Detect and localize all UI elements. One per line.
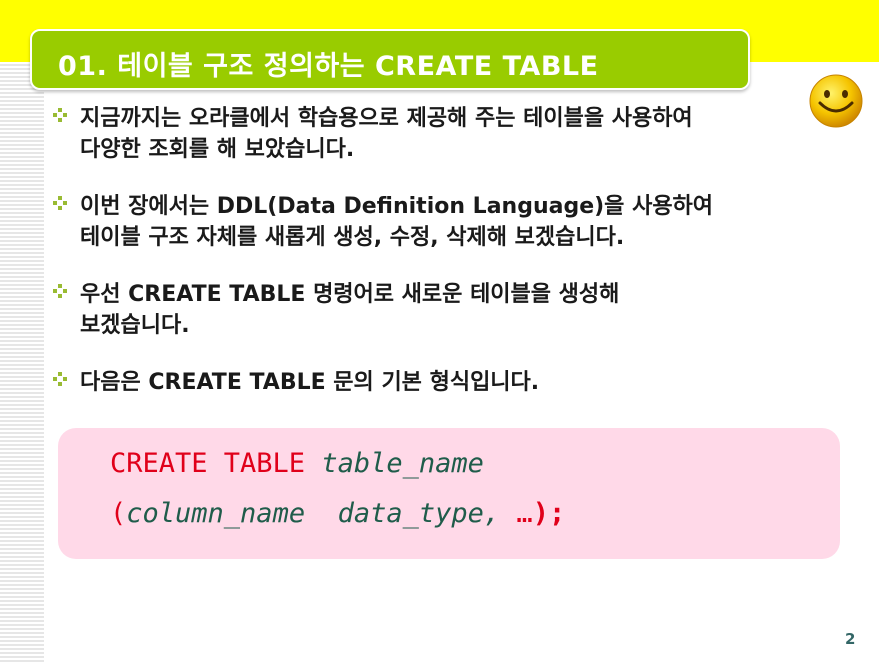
syntax-box: CREATE TABLE table_name (column_name dat… xyxy=(58,428,840,559)
slide-title: 01. 테이블 구조 정의하는 CREATE TABLE xyxy=(58,51,599,82)
left-decorative-stripe xyxy=(0,62,44,664)
bullet-line: 우선 CREATE TABLE 명령어로 새로운 테이블을 생성해 xyxy=(80,282,620,307)
diamond-bullet-icon xyxy=(53,196,67,210)
diamond-bullet-icon xyxy=(53,284,67,298)
close-paren-semicolon: ); xyxy=(532,498,566,529)
create-table-keyword: CREATE TABLE xyxy=(110,448,306,479)
title-banner: 01. 테이블 구조 정의하는 CREATE TABLE xyxy=(30,29,750,90)
column-name-placeholder: column_name xyxy=(126,498,306,529)
bullet-line: 다음은 CREATE TABLE 문의 기본 형식입니다. xyxy=(80,370,540,395)
smiley-icon xyxy=(809,74,863,128)
bullet-line: 보겠습니다. xyxy=(80,313,190,338)
bullet-line: 이번 장에서는 DDL(Data Definition Language)을 사… xyxy=(80,194,714,219)
page-number: 2 xyxy=(845,630,856,648)
diamond-bullet-icon xyxy=(53,372,67,386)
ellipsis: … xyxy=(516,498,533,529)
table-name-placeholder: table_name xyxy=(321,448,484,479)
syntax-line-1: CREATE TABLE table_name xyxy=(110,448,484,479)
bullet-line: 다양한 조회를 해 보았습니다. xyxy=(80,137,355,162)
bullet-line: 테이블 구조 자체를 새롭게 생성, 수정, 삭제해 보겠습니다. xyxy=(80,225,625,250)
data-type-placeholder: data_type, xyxy=(337,498,501,529)
open-paren: ( xyxy=(110,498,127,529)
bullet-line: 지금까지는 오라클에서 학습용으로 제공해 주는 테이블을 사용하여 xyxy=(80,106,693,131)
diamond-bullet-icon xyxy=(53,108,67,122)
syntax-line-2: (column_name data_type, …); xyxy=(110,498,565,529)
